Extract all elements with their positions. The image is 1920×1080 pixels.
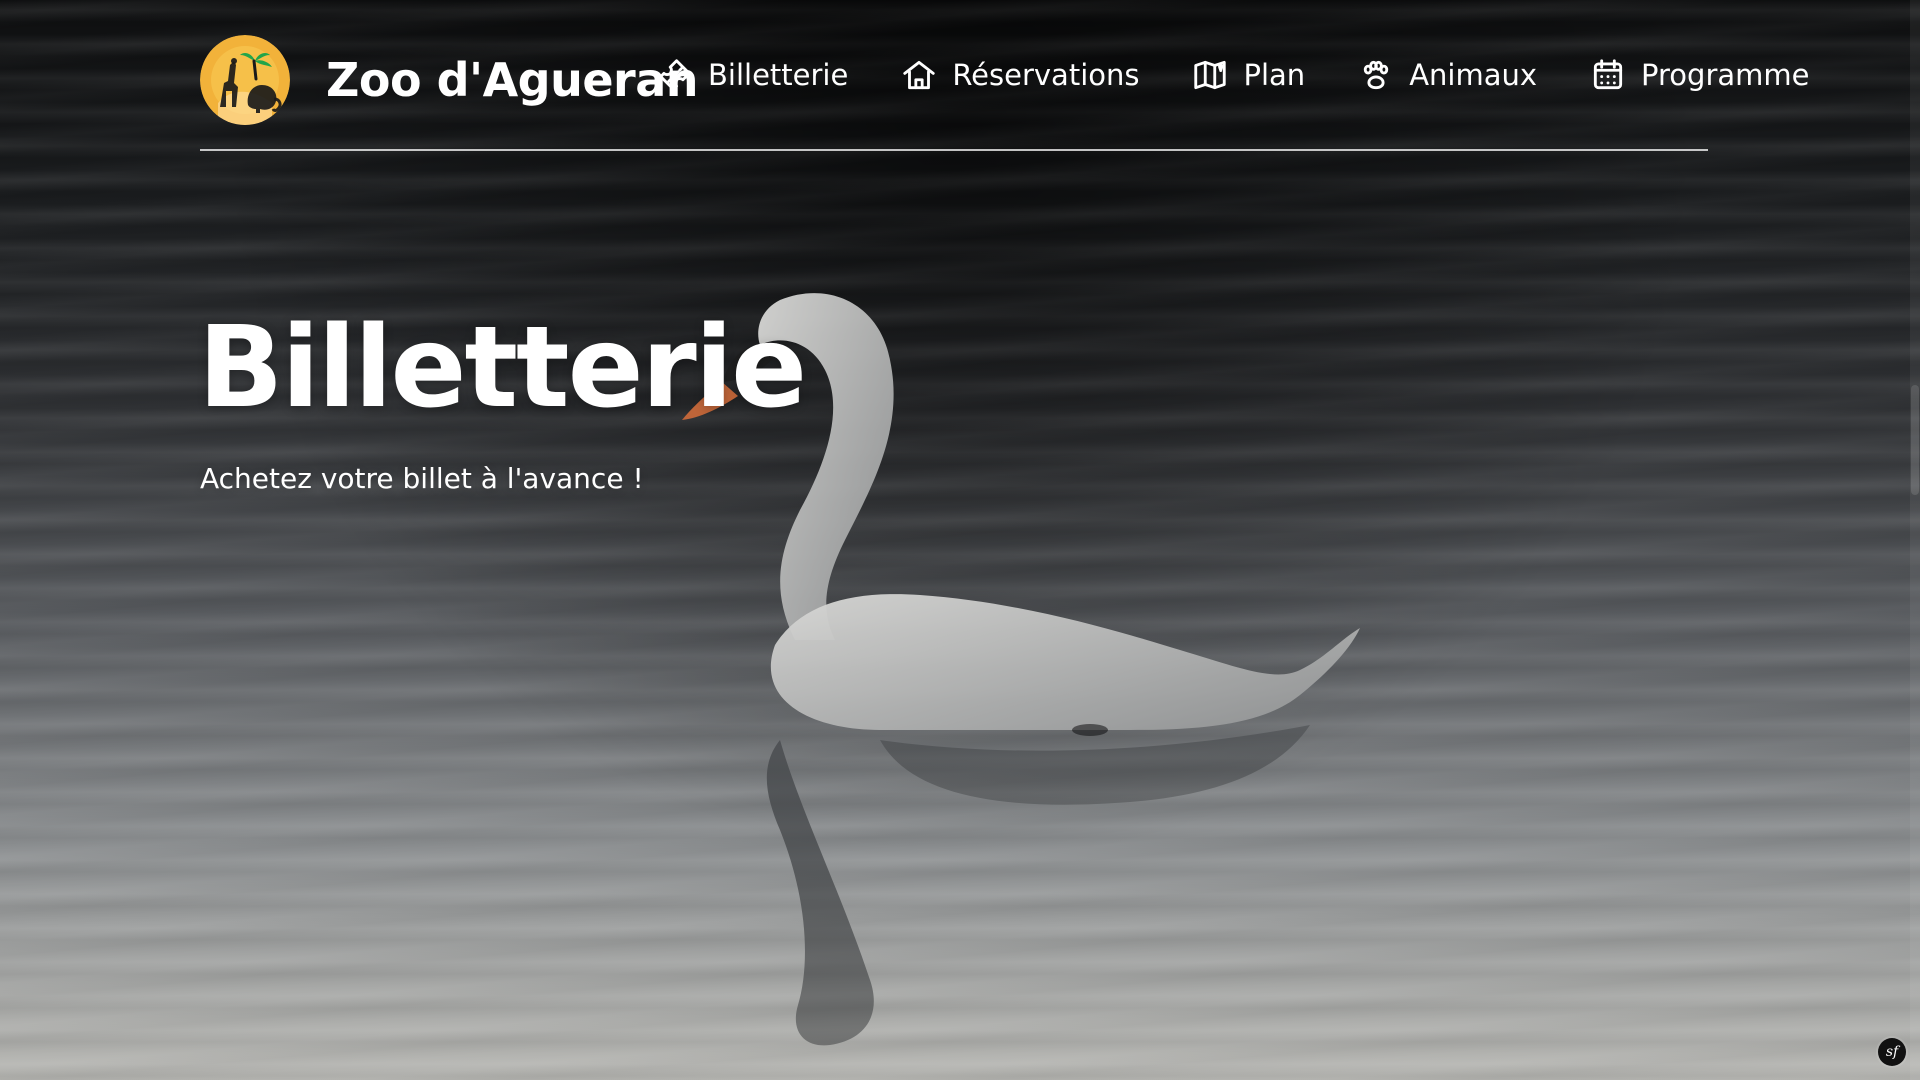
brand[interactable]: Zoo d'Agueran xyxy=(200,34,699,126)
zoo-logo-graphic xyxy=(200,35,290,125)
page-subtitle: Achetez votre billet à l'avance ! xyxy=(200,462,644,495)
nav-label-programme: Programme xyxy=(1641,57,1810,92)
nav-billetterie[interactable]: Billetterie xyxy=(656,56,848,94)
map-icon xyxy=(1194,60,1227,90)
brand-name: Zoo d'Agueran xyxy=(326,53,699,107)
home-icon xyxy=(903,60,936,90)
paw-icon xyxy=(1363,60,1389,90)
calendar-icon xyxy=(1593,59,1623,90)
nav-reservations[interactable]: Réservations xyxy=(900,56,1139,94)
nav-animaux[interactable]: Animaux xyxy=(1357,56,1537,94)
symfony-badge-label: sf xyxy=(1885,1044,1899,1060)
vertical-scrollbar[interactable] xyxy=(1910,0,1920,1080)
ticket-icon xyxy=(659,59,691,91)
nav-label-reservations: Réservations xyxy=(952,57,1140,92)
page: Zoo d'Agueran Billetterie Réservations P… xyxy=(0,0,1920,1080)
symfony-badge[interactable]: sf xyxy=(1878,1038,1906,1066)
scrollbar-thumb[interactable] xyxy=(1911,385,1919,495)
nav-label-plan: Plan xyxy=(1243,57,1306,92)
page-title: Billetterie xyxy=(198,303,807,433)
nav-label-animaux: Animaux xyxy=(1409,57,1538,92)
header-divider xyxy=(200,149,1708,151)
zoo-logo xyxy=(200,35,290,125)
main-nav: Billetterie Réservations Plan Animaux Pr… xyxy=(656,56,1809,94)
nav-label-billetterie: Billetterie xyxy=(708,57,849,92)
nav-programme[interactable]: Programme xyxy=(1589,56,1809,94)
top-header: Zoo d'Agueran Billetterie Réservations P… xyxy=(200,34,1809,152)
nav-plan[interactable]: Plan xyxy=(1191,56,1305,94)
water-texture xyxy=(0,0,1920,1080)
